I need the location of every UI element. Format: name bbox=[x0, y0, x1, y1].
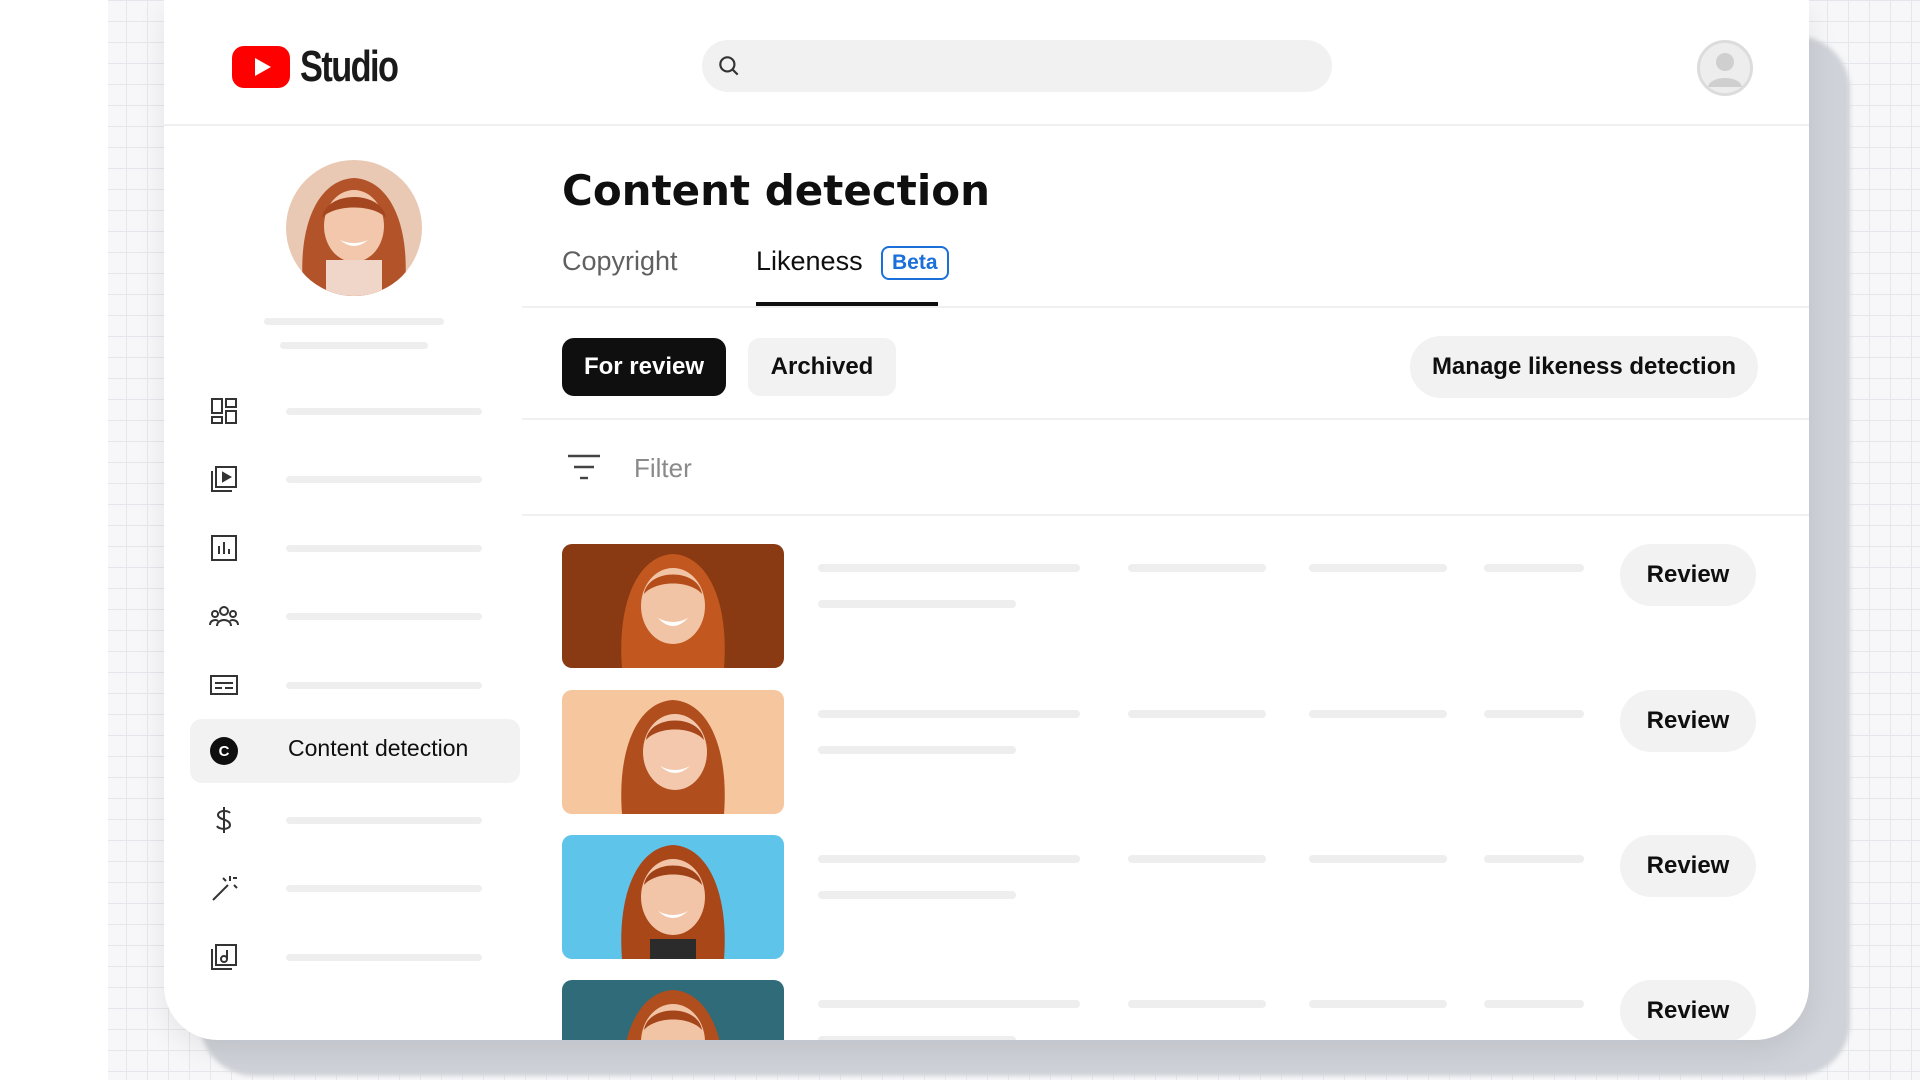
cell-placeholder bbox=[818, 746, 1016, 754]
sidebar-item-earn[interactable] bbox=[190, 788, 520, 852]
subtitles-icon bbox=[210, 675, 238, 695]
divider bbox=[522, 514, 1809, 516]
sidebar-item-audio-library[interactable] bbox=[190, 925, 520, 989]
tabs-divider bbox=[522, 306, 1809, 308]
match-thumbnail[interactable] bbox=[562, 544, 784, 668]
face-thumbnail-image bbox=[621, 554, 725, 668]
sidebar-item-content[interactable] bbox=[190, 447, 520, 511]
filter-icon[interactable] bbox=[566, 450, 602, 484]
cell-placeholder bbox=[818, 600, 1016, 608]
background-fade bbox=[0, 0, 108, 1080]
sidebar-item-customization[interactable] bbox=[190, 856, 520, 920]
community-icon bbox=[209, 606, 239, 627]
cell-placeholder bbox=[1484, 855, 1584, 863]
for-review-chip[interactable]: For review bbox=[562, 338, 726, 396]
cell-placeholder bbox=[818, 710, 1080, 718]
audio-library-icon bbox=[211, 944, 237, 970]
face-thumbnail-image bbox=[626, 990, 720, 1040]
sidebar-item-label bbox=[286, 408, 482, 415]
brand-wordmark: Studio bbox=[300, 42, 399, 91]
table-row: Review bbox=[562, 544, 1762, 668]
face-thumbnail-image bbox=[621, 845, 725, 959]
analytics-icon bbox=[211, 535, 237, 561]
cell-placeholder bbox=[1128, 855, 1266, 863]
cell-placeholder bbox=[1309, 1000, 1447, 1008]
sidebar-item-community[interactable] bbox=[190, 584, 520, 648]
content-icon bbox=[211, 466, 237, 492]
search-icon bbox=[719, 56, 739, 76]
review-button[interactable]: Review bbox=[1620, 690, 1756, 752]
sidebar-item-content-detection[interactable]: C Content detection bbox=[190, 719, 520, 783]
cell-placeholder bbox=[1309, 855, 1447, 863]
match-thumbnail[interactable] bbox=[562, 835, 784, 959]
content-detection-icon: C bbox=[210, 737, 238, 765]
page-title: Content detection bbox=[562, 166, 990, 215]
cell-placeholder bbox=[1128, 564, 1266, 572]
channel-avatar[interactable] bbox=[286, 160, 422, 296]
divider bbox=[522, 418, 1809, 420]
studio-logo[interactable]: Studio bbox=[232, 42, 425, 92]
cell-placeholder bbox=[818, 855, 1080, 863]
cell-placeholder bbox=[818, 1000, 1080, 1008]
table-row: Review bbox=[562, 835, 1762, 959]
youtube-play-icon bbox=[232, 46, 290, 88]
top-bar: Studio bbox=[164, 0, 1809, 126]
face-thumbnail-image bbox=[621, 700, 725, 814]
cell-placeholder bbox=[818, 1036, 1016, 1040]
manage-likeness-detection-button[interactable]: Manage likeness detection bbox=[1410, 336, 1758, 398]
sidebar-item-label bbox=[286, 545, 482, 552]
review-button[interactable]: Review bbox=[1620, 544, 1756, 606]
channel-avatar-image bbox=[286, 160, 422, 296]
cell-placeholder bbox=[818, 564, 1080, 572]
archived-chip[interactable]: Archived bbox=[748, 338, 896, 396]
tab-likeness[interactable]: Likeness bbox=[756, 246, 863, 277]
cell-placeholder bbox=[1309, 710, 1447, 718]
match-thumbnail[interactable] bbox=[562, 690, 784, 814]
channel-handle-placeholder bbox=[280, 342, 428, 349]
sidebar-item-analytics[interactable] bbox=[190, 516, 520, 580]
background-grid: Studio C Content detection Content detec… bbox=[0, 0, 1920, 1080]
sidebar-item-subtitles[interactable] bbox=[190, 653, 520, 717]
cell-placeholder bbox=[1484, 1000, 1584, 1008]
cell-placeholder bbox=[1128, 1000, 1266, 1008]
cell-placeholder bbox=[1484, 564, 1584, 572]
table-row: Review bbox=[562, 980, 1762, 1040]
review-button[interactable]: Review bbox=[1620, 980, 1756, 1040]
table-row: Review bbox=[562, 690, 1762, 814]
review-button[interactable]: Review bbox=[1620, 835, 1756, 897]
sidebar-item-label bbox=[286, 954, 482, 961]
cell-placeholder bbox=[818, 891, 1016, 899]
tab-copyright[interactable]: Copyright bbox=[562, 246, 678, 277]
search-bar[interactable] bbox=[702, 40, 1332, 92]
cell-placeholder bbox=[1128, 710, 1266, 718]
sidebar-item-label: Content detection bbox=[288, 735, 469, 761]
beta-badge: Beta bbox=[881, 246, 949, 280]
account-circle-icon bbox=[1708, 53, 1742, 87]
customization-icon bbox=[212, 876, 238, 901]
sidebar-item-label bbox=[286, 817, 482, 824]
match-thumbnail[interactable] bbox=[562, 980, 784, 1040]
account-avatar[interactable] bbox=[1697, 40, 1753, 96]
filter-input[interactable]: Filter bbox=[634, 453, 692, 484]
sidebar-item-label bbox=[286, 613, 482, 620]
sidebar-item-label bbox=[286, 885, 482, 892]
sidebar-item-label bbox=[286, 476, 482, 483]
dashboard-icon bbox=[211, 398, 237, 424]
sidebar-item-label bbox=[286, 682, 482, 689]
sidebar-item-dashboard[interactable] bbox=[190, 379, 520, 443]
studio-window: Studio C Content detection Content detec… bbox=[164, 0, 1809, 1040]
cell-placeholder bbox=[1309, 564, 1447, 572]
cell-placeholder bbox=[1484, 710, 1584, 718]
channel-name-placeholder bbox=[264, 318, 444, 325]
earn-icon bbox=[216, 807, 232, 833]
